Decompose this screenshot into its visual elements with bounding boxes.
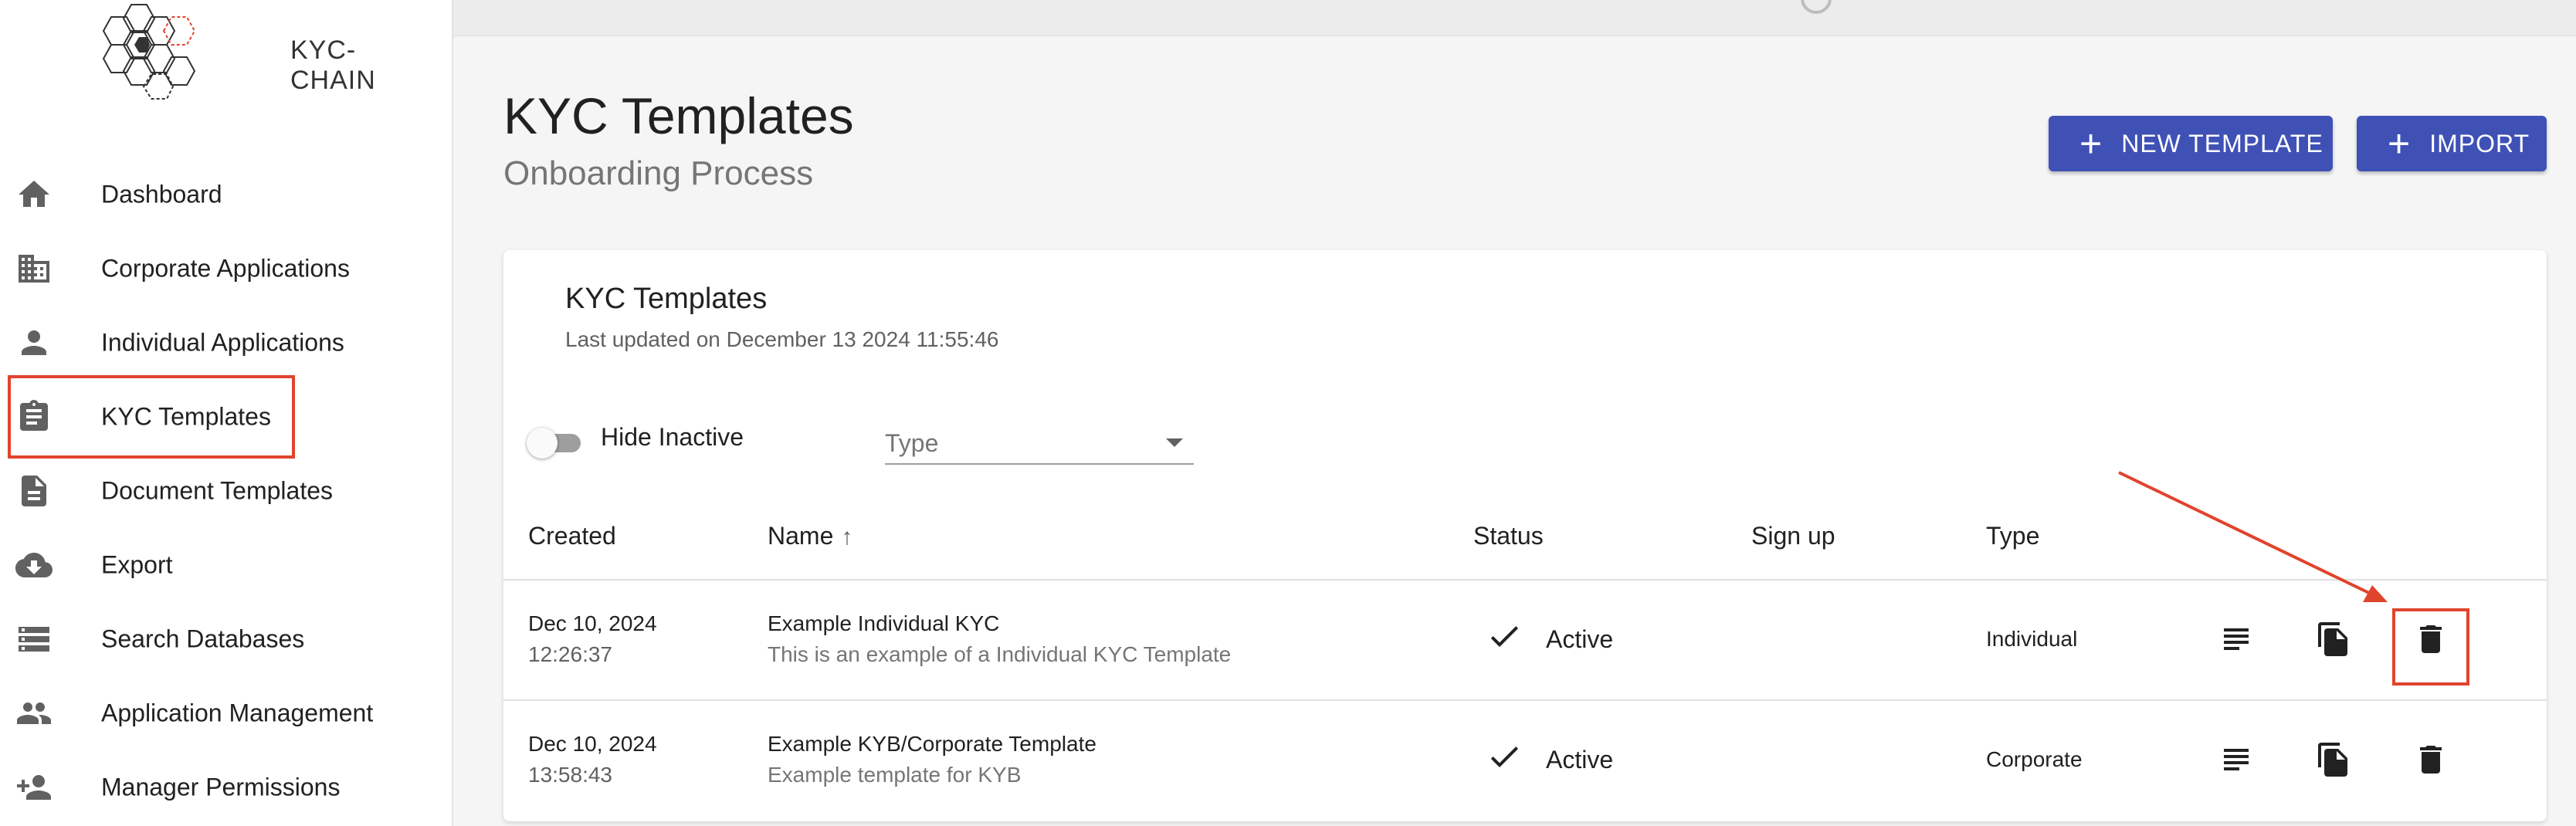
duplicate-icon[interactable] xyxy=(2315,621,2352,658)
row-status: Active xyxy=(1546,746,1614,774)
person-add-icon xyxy=(15,769,53,806)
sidebar-item-dashboard[interactable]: Dashboard xyxy=(0,157,452,232)
toggle-thumb xyxy=(527,428,558,459)
check-icon xyxy=(1486,618,1523,655)
row-created-time: 12:26:37 xyxy=(528,642,612,666)
sidebar-item-document-templates[interactable]: Document Templates xyxy=(0,454,452,528)
building-icon xyxy=(15,250,53,287)
sidebar-item-label: KYC Templates xyxy=(101,402,271,431)
import-label: IMPORT xyxy=(2429,129,2530,157)
duplicate-icon[interactable] xyxy=(2315,741,2352,778)
row-template-description: This is an example of a Individual KYC T… xyxy=(768,642,1232,666)
delete-icon[interactable] xyxy=(2412,741,2449,778)
delete-annotation-highlight xyxy=(2392,608,2469,686)
row-divider xyxy=(503,699,2547,701)
sidebar-item-label: Search Databases xyxy=(101,625,305,653)
sidebar-item-label: Application Management xyxy=(101,699,374,727)
hide-inactive-toggle[interactable] xyxy=(527,426,581,459)
storage-icon xyxy=(15,621,53,658)
row-template-description: Example template for KYB xyxy=(768,763,1022,787)
sidebar-item-corporate-applications[interactable]: Corporate Applications xyxy=(0,232,452,306)
sidebar-item-manager-permissions[interactable]: Manager Permissions xyxy=(0,750,452,824)
type-filter-placeholder: Type xyxy=(885,429,939,457)
sidebar-item-label: Corporate Applications xyxy=(101,254,350,283)
column-header-signup[interactable]: Sign up xyxy=(1751,522,1835,550)
clipboard-icon xyxy=(15,398,53,435)
sidebar-item-label: Document Templates xyxy=(101,476,333,505)
kyc-chain-logo[interactable]: KYC-CHAIN xyxy=(96,0,375,108)
column-header-created[interactable]: Created xyxy=(528,522,616,550)
sidebar: KYC-CHAIN Dashboard Corporate Applicatio… xyxy=(0,0,453,826)
row-created-date: Dec 10, 2024 xyxy=(528,732,657,756)
row-type: Corporate xyxy=(1986,747,2083,771)
user-avatar-icon[interactable] xyxy=(1801,0,1832,14)
page-subtitle: Onboarding Process xyxy=(503,154,814,192)
table-divider xyxy=(503,579,2547,581)
row-created-date: Dec 10, 2024 xyxy=(528,611,657,635)
row-status: Active xyxy=(1546,625,1614,653)
people-icon xyxy=(15,695,53,732)
top-app-bar xyxy=(453,0,2576,36)
column-header-name-label: Name xyxy=(768,522,834,550)
column-header-name[interactable]: Name ↑ xyxy=(768,522,852,550)
templates-card: KYC Templates Last updated on December 1… xyxy=(503,250,2547,821)
hide-inactive-label: Hide Inactive xyxy=(601,423,744,451)
sidebar-item-label: Individual Applications xyxy=(101,328,344,357)
view-details-icon[interactable] xyxy=(2218,741,2255,778)
view-details-icon[interactable] xyxy=(2218,621,2255,658)
row-template-name[interactable]: Example KYB/Corporate Template xyxy=(768,732,1096,757)
check-icon xyxy=(1486,738,1523,775)
logo-text: KYC-CHAIN xyxy=(290,36,376,95)
sidebar-item-label: Manager Permissions xyxy=(101,773,341,801)
sidebar-item-application-management[interactable]: Application Management xyxy=(0,676,452,750)
page-title: KYC Templates xyxy=(503,87,854,144)
sidebar-item-label: Export xyxy=(101,550,173,579)
plus-icon: + xyxy=(2079,122,2103,165)
plus-icon: + xyxy=(2388,122,2412,165)
new-template-button[interactable]: + NEW TEMPLATE xyxy=(2049,116,2333,171)
sort-ascending-icon[interactable]: ↑ xyxy=(841,524,852,550)
last-updated-text: Last updated on December 13 2024 11:55:4… xyxy=(565,327,999,351)
sidebar-item-kyc-templates[interactable]: KYC Templates xyxy=(0,380,452,454)
hexagon-network-logo-icon xyxy=(102,4,196,100)
import-button[interactable]: + IMPORT xyxy=(2357,116,2547,171)
row-template-name[interactable]: Example Individual KYC xyxy=(768,611,999,636)
column-header-type[interactable]: Type xyxy=(1986,522,2039,550)
sidebar-item-search-databases[interactable]: Search Databases xyxy=(0,602,452,676)
cloud-download-icon xyxy=(15,547,53,584)
type-filter-select[interactable]: Type xyxy=(885,423,1194,465)
home-icon xyxy=(15,176,53,213)
sidebar-item-label: Dashboard xyxy=(101,180,222,208)
row-created-time: 13:58:43 xyxy=(528,763,612,787)
row-type: Individual xyxy=(1986,627,2078,651)
sidebar-item-export[interactable]: Export xyxy=(0,528,452,602)
sidebar-item-individual-applications[interactable]: Individual Applications xyxy=(0,306,452,380)
dropdown-arrow-icon xyxy=(1166,438,1183,447)
new-template-label: NEW TEMPLATE xyxy=(2121,129,2323,157)
column-header-status[interactable]: Status xyxy=(1473,522,1544,550)
person-icon xyxy=(15,324,53,361)
card-title: KYC Templates xyxy=(565,283,768,315)
document-icon xyxy=(15,472,53,509)
